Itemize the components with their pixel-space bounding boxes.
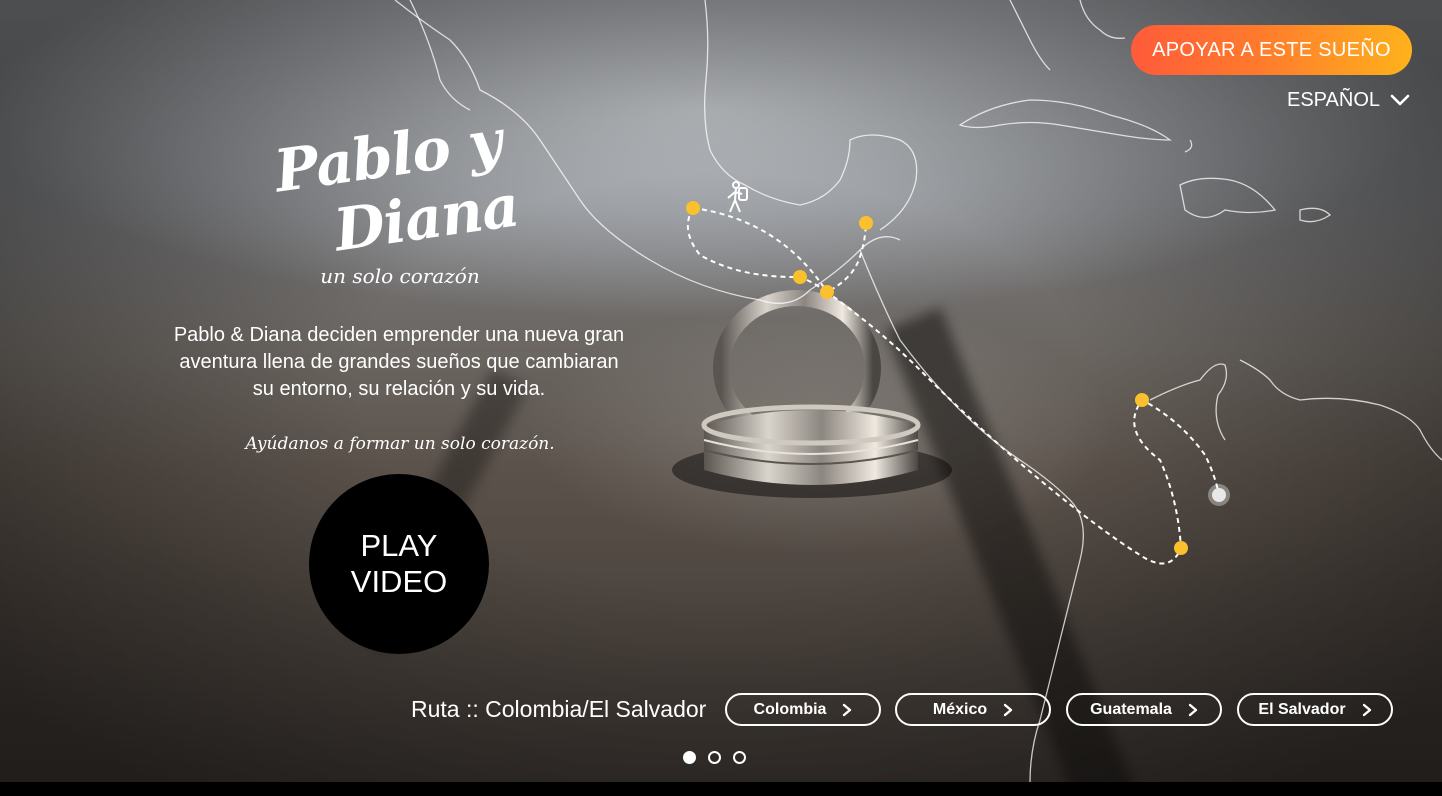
language-selector[interactable]: ESPAÑOL [1287, 86, 1410, 114]
description-line: Pablo & Diana deciden emprender una nuev… [173, 324, 625, 346]
route-stop-colombia[interactable]: Colombia [725, 693, 881, 726]
route-stop-label: México [932, 700, 988, 718]
play-label-line-1: PLAY [360, 528, 438, 563]
chevron-right-icon [1188, 703, 1198, 716]
logo: Pablo y Diana [268, 106, 538, 268]
description-line: aventura llena de grandes sueños que cam… [179, 351, 619, 373]
tagline: un solo corazón [320, 264, 480, 288]
route-stop-label: El Salvador [1258, 700, 1346, 718]
chevron-right-icon [1003, 703, 1013, 716]
language-label: ESPAÑOL [1287, 88, 1380, 111]
route-stop-label: Guatemala [1090, 700, 1172, 718]
carousel-dot-2[interactable] [708, 751, 721, 764]
call-to-action-text: Ayúdanos a formar un solo corazón. [245, 434, 555, 454]
route-label: Ruta :: Colombia/El Salvador [411, 696, 707, 722]
play-video-button[interactable]: PLAY VIDEO [309, 474, 489, 654]
support-dream-button[interactable]: APOYAR A ESTE SUEÑO [1131, 25, 1412, 75]
route-stop-el-salvador[interactable]: El Salvador [1237, 693, 1393, 726]
hero-description: Pablo & Diana deciden emprender una nuev… [148, 322, 650, 403]
footer-bar [0, 782, 1442, 796]
route-stop-label: Colombia [753, 700, 827, 718]
carousel-dot-1[interactable] [683, 751, 696, 764]
play-label-line-2: VIDEO [350, 564, 448, 599]
chevron-right-icon [1362, 703, 1371, 716]
carousel-indicators [683, 751, 746, 764]
chevron-right-icon [843, 703, 852, 716]
route-stop-guatemala[interactable]: Guatemala [1066, 693, 1222, 726]
route-stop-mexico[interactable]: México [895, 693, 1051, 726]
chevron-down-icon [1390, 94, 1410, 106]
carousel-dot-3[interactable] [733, 751, 746, 764]
description-line: su entorno, su relación y su vida. [252, 378, 546, 400]
